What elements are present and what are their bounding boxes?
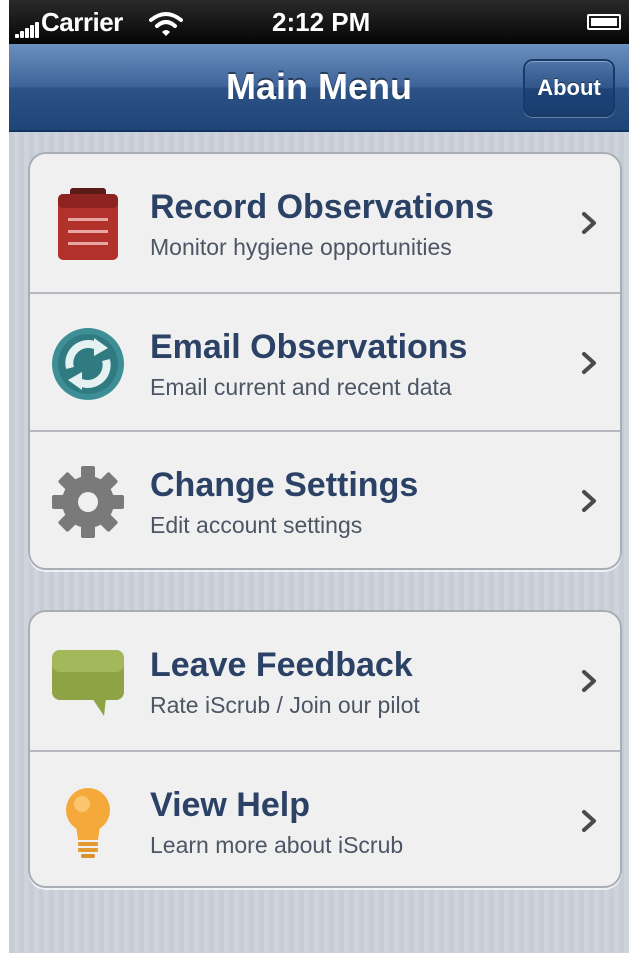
chevron-right-icon [582, 810, 596, 832]
sync-arrows-icon [52, 328, 124, 400]
menu-item-record-observations[interactable]: Record Observations Monitor hygiene oppo… [30, 154, 620, 292]
chevron-right-icon [582, 212, 596, 234]
menu-item-subtitle: Rate iScrub / Join our pilot [150, 692, 420, 718]
menu-group-support: Leave Feedback Rate iScrub / Join our pi… [28, 610, 622, 888]
clipboard-icon [58, 188, 118, 260]
menu-item-title: Change Settings [150, 466, 419, 504]
carrier-name: Carrier [41, 7, 123, 37]
chevron-right-icon [582, 352, 596, 374]
battery-level [591, 18, 617, 26]
chevron-right-icon [582, 490, 596, 512]
menu-item-title: Leave Feedback [150, 646, 413, 684]
menu-item-title: Email Observations [150, 328, 468, 366]
lightbulb-icon [66, 788, 110, 858]
menu-item-title: Record Observations [150, 188, 494, 226]
app-screen: Carrier 2:12 PM Main Menu About Record O [9, 0, 629, 953]
menu-item-change-settings[interactable]: Change Settings Edit account settings [30, 430, 620, 568]
menu-item-subtitle: Edit account settings [150, 512, 363, 538]
signal-bars-icon [15, 22, 41, 38]
wifi-icon [149, 12, 183, 36]
about-button[interactable]: About [523, 59, 615, 117]
menu-item-leave-feedback[interactable]: Leave Feedback Rate iScrub / Join our pi… [30, 612, 620, 750]
status-bar: Carrier 2:12 PM [9, 0, 629, 44]
gear-icon [52, 466, 124, 538]
status-time: 2:12 PM [272, 7, 371, 37]
battery-icon [587, 14, 621, 30]
menu-item-email-observations[interactable]: Email Observations Email current and rec… [30, 292, 620, 432]
menu-item-subtitle: Monitor hygiene opportunities [150, 234, 452, 260]
menu-item-view-help[interactable]: View Help Learn more about iScrub [30, 750, 620, 886]
menu-item-subtitle: Learn more about iScrub [150, 832, 404, 858]
menu-item-subtitle: Email current and recent data [150, 374, 452, 400]
speech-bubble-icon [52, 650, 124, 716]
menu-group-main: Record Observations Monitor hygiene oppo… [28, 152, 622, 570]
chevron-right-icon [582, 670, 596, 692]
menu-item-title: View Help [150, 786, 310, 824]
navigation-bar: Main Menu About [9, 44, 629, 132]
